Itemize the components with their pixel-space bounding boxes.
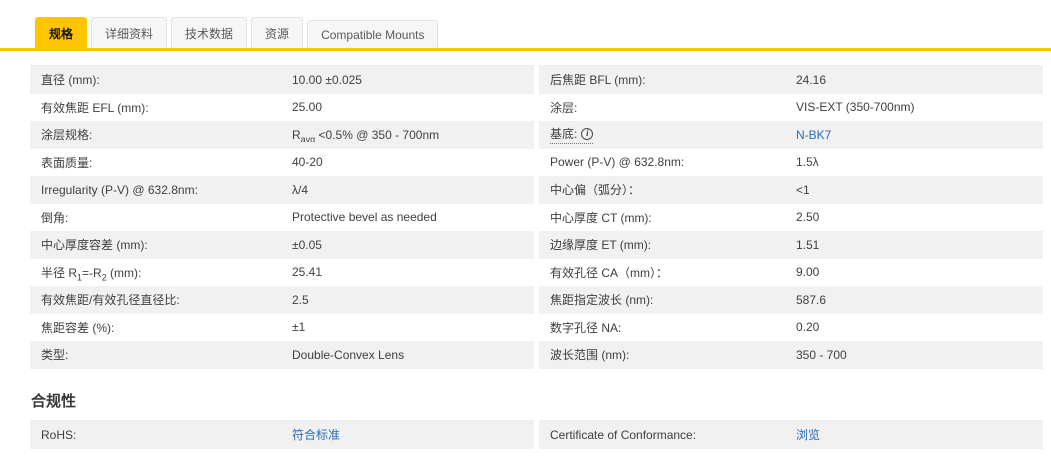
spec-row-efl: 有效焦距 EFL (mm): 25.00 (30, 94, 534, 122)
tab-specs[interactable]: 规格 (35, 17, 88, 48)
spec-value: 25.00 (292, 100, 323, 115)
spec-row-diameter: 直径 (mm): 10.00 ±0.025 (30, 66, 534, 94)
spec-value: 40-20 (292, 155, 323, 170)
info-icon[interactable] (581, 127, 594, 140)
compliance-label: Certificate of Conformance: (550, 427, 697, 442)
spec-label: 有效孔径 CA（mm）： (550, 265, 668, 280)
spec-value: 9.00 (796, 265, 820, 280)
spec-label: 涂层规格: (41, 128, 93, 143)
rohs-compliant-link[interactable]: 符合标准 (292, 428, 340, 442)
compliance-row-coc: Certificate of Conformance: 浏览 (539, 420, 1043, 449)
spec-value: Ravg <0.5% @ 350 - 700nm (292, 127, 440, 142)
spec-row-coating-spec: 涂层规格: Ravg <0.5% @ 350 - 700nm (30, 121, 534, 149)
spec-label: 类型: (41, 348, 69, 363)
spec-table-right: 后焦距 BFL (mm): 24.16 涂层: VIS-EXT (350-700… (539, 65, 1043, 369)
tab-compatible-mounts[interactable]: Compatible Mounts (307, 20, 439, 48)
spec-value: 0.20 (796, 320, 820, 335)
spec-value: Double-Convex Lens (292, 347, 405, 362)
spec-value: 350 - 700 (796, 347, 847, 362)
specs-panel: 直径 (mm): 10.00 ±0.025 有效焦距 EFL (mm): 25.… (30, 65, 1043, 449)
spec-label: 中心厚度容差 (mm): (41, 238, 148, 253)
spec-value: ±0.05 (292, 237, 322, 252)
spec-label: 波长范围 (nm): (550, 348, 630, 363)
spec-label: 涂层: (550, 100, 578, 115)
spec-row-surface-quality: 表面质量: 40-20 (30, 149, 534, 177)
spec-label: 有效焦距 EFL (mm): (41, 100, 149, 115)
spec-table-left: 直径 (mm): 10.00 ±0.025 有效焦距 EFL (mm): 25.… (30, 65, 534, 369)
spec-row-design-wavelength: 焦距指定波长 (nm): 587.6 (539, 286, 1043, 314)
spec-value: Protective bevel as needed (292, 210, 437, 225)
compliance-label: RoHS: (41, 427, 77, 442)
spec-value: 10.00 ±0.025 (292, 72, 362, 87)
spec-value: 2.50 (796, 210, 820, 225)
spec-label: 倒角: (41, 210, 69, 225)
tab-bar: 规格 详细资料 技术数据 资源 Compatible Mounts (0, 0, 1051, 48)
spec-row-substrate: 基底: N-BK7 (539, 121, 1043, 149)
spec-row-ca: 有效孔径 CA（mm）： 9.00 (539, 259, 1043, 287)
substrate-tooltip-trigger[interactable]: 基底: (550, 125, 594, 145)
spec-value: 25.41 (292, 265, 323, 280)
tab-resources[interactable]: 资源 (251, 17, 304, 48)
spec-row-wavelength-range: 波长范围 (nm): 350 - 700 (539, 341, 1043, 369)
spec-value: λ/4 (292, 182, 309, 197)
spec-row-fl-tolerance: 焦距容差 (%): ±1 (30, 314, 534, 342)
tab-details[interactable]: 详细资料 (91, 17, 168, 48)
spec-row-f-number: 有效焦距/有效孔径直径比: 2.5 (30, 286, 534, 314)
compliance-row-rohs: RoHS: 符合标准 (30, 420, 534, 449)
spec-row-centration: 中心偏（弧分）： <1 (539, 176, 1043, 204)
spec-label-text: 基底: (550, 127, 578, 142)
spec-label: 直径 (mm): (41, 73, 100, 88)
compliance-table-right: Certificate of Conformance: 浏览 (539, 419, 1043, 449)
spec-label: 焦距容差 (%): (41, 320, 115, 335)
spec-label: 中心偏（弧分）： (550, 183, 641, 198)
spec-label: 数字孔径 NA: (550, 320, 622, 335)
spec-row-na: 数字孔径 NA: 0.20 (539, 314, 1043, 342)
spec-row-coating: 涂层: VIS-EXT (350-700nm) (539, 94, 1043, 122)
substrate-link[interactable]: N-BK7 (796, 128, 831, 142)
spec-row-radius: 半径 R1=-R2 (mm): 25.41 (30, 259, 534, 287)
spec-row-type: 类型: Double-Convex Lens (30, 341, 534, 369)
spec-row-et: 边缘厚度 ET (mm): 1.51 (539, 231, 1043, 259)
spec-label: 中心厚度 CT (mm): (550, 210, 652, 225)
spec-label: 焦距指定波长 (nm): (550, 293, 654, 308)
tab-technical-data[interactable]: 技术数据 (171, 17, 248, 48)
spec-row-power: Power (P-V) @ 632.8nm: 1.5λ (539, 149, 1043, 177)
spec-value: VIS-EXT (350-700nm) (796, 100, 915, 115)
spec-value: <1 (796, 182, 810, 197)
spec-row-ct: 中心厚度 CT (mm): 2.50 (539, 204, 1043, 232)
certificate-view-link[interactable]: 浏览 (796, 428, 820, 442)
spec-label: 有效焦距/有效孔径直径比: (41, 293, 180, 308)
compliance-tables: RoHS: 符合标准 Certificate of Conformance: 浏… (30, 419, 1043, 449)
spec-label: 边缘厚度 ET (mm): (550, 238, 652, 253)
spec-label: 基底: (539, 125, 796, 145)
spec-tables: 直径 (mm): 10.00 ±0.025 有效焦距 EFL (mm): 25.… (30, 65, 1043, 369)
accent-divider (0, 48, 1051, 51)
compliance-heading: 合规性 (31, 392, 77, 410)
spec-value: 1.5λ (796, 155, 819, 170)
spec-row-ct-tolerance: 中心厚度容差 (mm): ±0.05 (30, 231, 534, 259)
spec-value: 587.6 (796, 292, 827, 307)
spec-value: 24.16 (796, 72, 827, 87)
spec-value: 1.51 (796, 237, 820, 252)
spec-label: Irregularity (P-V) @ 632.8nm: (41, 182, 198, 197)
spec-row-bfl: 后焦距 BFL (mm): 24.16 (539, 66, 1043, 94)
spec-row-bevel: 倒角: Protective bevel as needed (30, 204, 534, 232)
spec-label: 后焦距 BFL (mm): (550, 73, 646, 88)
compliance-table-left: RoHS: 符合标准 (30, 419, 534, 449)
spec-value: ±1 (292, 320, 306, 335)
spec-row-irregularity: Irregularity (P-V) @ 632.8nm: λ/4 (30, 176, 534, 204)
spec-value: 2.5 (292, 292, 309, 307)
spec-label: 表面质量: (41, 155, 93, 170)
spec-label: Power (P-V) @ 632.8nm: (550, 155, 685, 170)
spec-label: 半径 R1=-R2 (mm): (41, 265, 142, 281)
